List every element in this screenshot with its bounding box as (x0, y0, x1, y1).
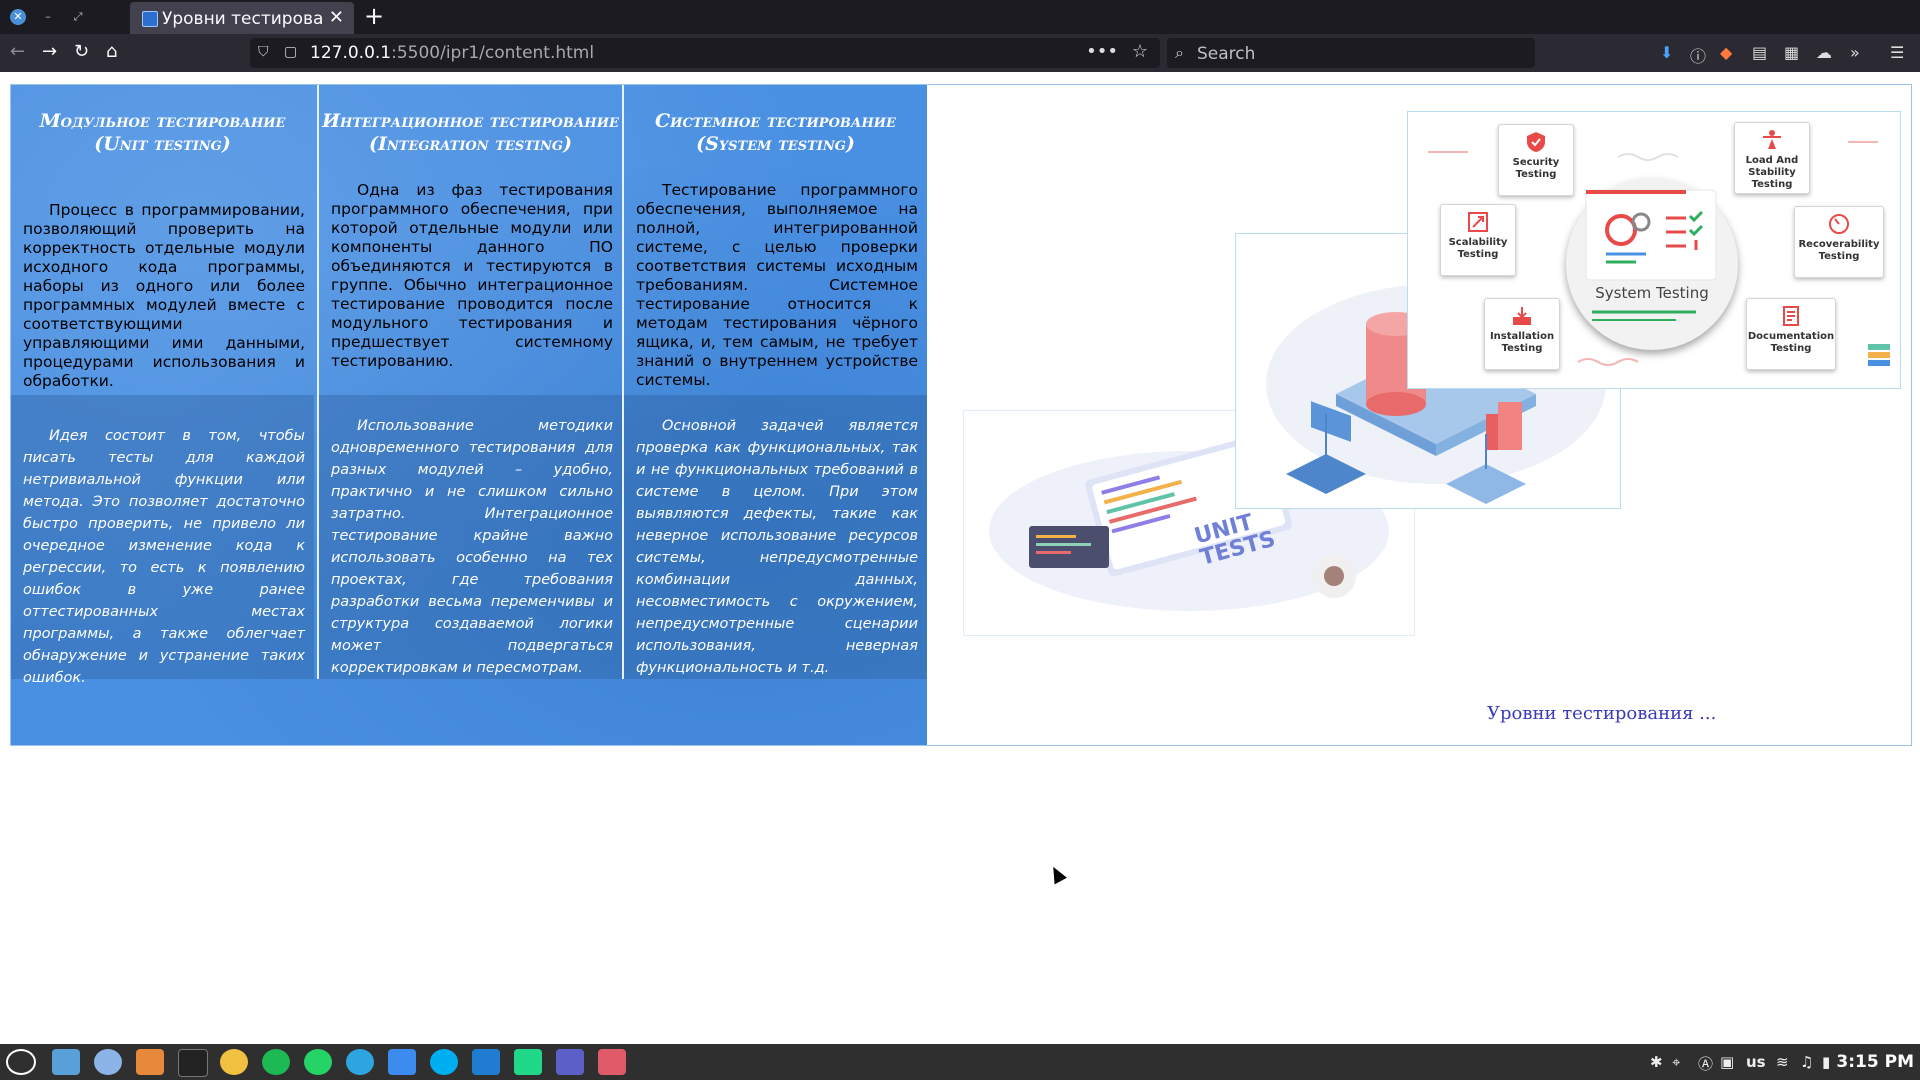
shield-icon[interactable]: ⛉ (258, 44, 269, 60)
column-note: Основной задачей является проверка как ф… (624, 395, 927, 679)
chromium-app-icon[interactable] (94, 1049, 122, 1075)
document-icon (1783, 306, 1799, 326)
window-minimize-icon[interactable]: – (40, 9, 56, 25)
download-tray-icon (1513, 307, 1531, 325)
home-icon[interactable]: ⌂ (106, 42, 117, 62)
system-testing-center: System Testing (1566, 178, 1738, 350)
card-label: Recoverability Testing (1798, 239, 1880, 262)
system-testing-label: System Testing (1595, 284, 1709, 302)
battery-icon[interactable]: ▮ (1822, 1053, 1830, 1071)
extension-screenshot-icon[interactable]: ▤ (1752, 43, 1767, 62)
system-testing-screen-icon (1585, 189, 1717, 281)
tab-content[interactable]: Уровни тестирования ✕ (130, 2, 354, 34)
system-testing-illustration: System Testing Security Testing Load And… (1407, 111, 1901, 389)
pycharm-app-icon[interactable] (514, 1049, 542, 1075)
card-label: Scalability Testing (1448, 237, 1508, 260)
forward-icon[interactable]: → (42, 42, 57, 62)
bookmark-star-icon[interactable]: ☆ (1132, 41, 1148, 62)
screen-reader-app-icon[interactable] (598, 1049, 626, 1075)
shield-icon (1527, 132, 1545, 152)
column-title: Модульное тестирование (Unit testing) (39, 110, 286, 155)
search-placeholder: Search (1197, 44, 1256, 64)
documentation-testing-card: Documentation Testing (1746, 298, 1836, 370)
search-icon: ⌕ (1175, 43, 1184, 62)
column-integration-testing: Интеграционное тестирование (Integration… (317, 85, 622, 679)
column-note-text: Основной задачей является проверка как ф… (636, 418, 918, 676)
page-actions-icon[interactable]: ••• (1086, 41, 1118, 62)
scalability-testing-card: Scalability Testing (1440, 204, 1516, 276)
extension-cloud-icon[interactable]: ☁ (1816, 43, 1832, 62)
column-unit-testing: Модульное тестирование (Unit testing) Пр… (11, 85, 314, 686)
page-content: Модульное тестирование (Unit testing) Пр… (10, 84, 1912, 746)
window-maximize-icon[interactable]: ⤢ (70, 9, 86, 25)
firefox-app-icon[interactable] (136, 1049, 164, 1075)
tab-close-icon[interactable]: ✕ (329, 7, 344, 28)
extension-grid-icon[interactable]: ▦ (1784, 43, 1799, 62)
card-label: Security Testing (1512, 157, 1560, 180)
column-description: Тестирование программного обеспечения, в… (636, 181, 918, 389)
extension-brave-icon[interactable]: ◆ (1720, 43, 1732, 62)
whatsapp-app-icon[interactable] (304, 1049, 332, 1075)
window-close-icon[interactable]: ✕ (10, 9, 26, 25)
url-text[interactable]: 127.0.0.1:5500/ipr1/content.html (310, 43, 594, 63)
card-label: Load And Stability Testing (1745, 155, 1799, 190)
terminal-app-icon[interactable] (178, 1049, 208, 1077)
column-title: Системное тестирование (System testing) (655, 110, 896, 155)
column-note-text: Использование методики одновременного те… (331, 418, 613, 676)
new-tab-button[interactable]: + (364, 2, 384, 30)
notification-count-icon[interactable]: ▣ (1720, 1053, 1734, 1071)
location-icon[interactable]: ⌖ (1672, 1053, 1680, 1071)
back-icon[interactable]: ← (10, 42, 25, 62)
hamburger-menu-icon[interactable]: ☰ (1890, 43, 1904, 62)
search-input[interactable]: ⌕ Search (1167, 38, 1535, 68)
wifi-icon[interactable]: ≋ (1776, 1053, 1789, 1071)
card-label: Installation Testing (1489, 331, 1555, 354)
url-bar[interactable]: ⛉ ▢ 127.0.0.1:5500/ipr1/content.html •••… (250, 38, 1160, 68)
column-note: Идея состоит в том, чтобы писать тесты д… (11, 395, 314, 686)
column-note-text: Идея состоит в том, чтобы писать тесты д… (23, 428, 305, 686)
column-system-testing: Системное тестирование (System testing) … (622, 85, 927, 679)
clock[interactable]: 3:15 PM (1836, 1052, 1914, 1072)
column-description: Одна из фаз тестирования программного об… (331, 181, 613, 370)
image-panel: UNIT TESTS System Testing Security Testi… (927, 85, 1911, 745)
testing-levels-table: Модульное тестирование (Unit testing) Пр… (11, 85, 927, 745)
skype-app-icon[interactable] (430, 1049, 458, 1075)
tab-title: Уровни тестирования (162, 9, 322, 29)
tab-favicon-icon (142, 11, 158, 27)
mint-menu-icon[interactable] (6, 1049, 36, 1075)
files-app-icon[interactable] (52, 1049, 80, 1075)
system-testing-lines (1592, 310, 1696, 321)
messenger-app-icon[interactable] (388, 1049, 416, 1075)
extension-info-icon[interactable]: ⓘ (1690, 43, 1706, 67)
system-tray-bug-icon[interactable]: ✱ (1650, 1053, 1663, 1071)
mouse-cursor-icon (1047, 863, 1067, 885)
input-method-icon[interactable]: Ⓐ (1698, 1053, 1713, 1074)
column-description: Процесс в программировании, позволяющий … (23, 201, 305, 390)
load-stability-testing-card: Load And Stability Testing (1734, 122, 1810, 194)
downloads-icon[interactable]: ⬇ (1660, 43, 1673, 62)
column-title: Интеграционное тестирование (Integration… (322, 110, 619, 155)
keyboard-layout-indicator[interactable]: us (1746, 1053, 1766, 1071)
installation-testing-card: Installation Testing (1484, 298, 1560, 370)
security-testing-card: Security Testing (1498, 124, 1574, 196)
spotify-app-icon[interactable] (262, 1049, 290, 1075)
image-caption-link[interactable]: Уровни тестирования ... (1487, 703, 1716, 724)
keepass-app-icon[interactable] (220, 1049, 248, 1075)
column-note: Использование методики одновременного те… (319, 395, 622, 679)
gauge-icon (1829, 214, 1849, 234)
page-info-icon[interactable]: ▢ (284, 44, 297, 60)
scale-arrow-icon (1468, 212, 1488, 232)
volume-music-icon[interactable]: ♫ (1800, 1053, 1813, 1071)
telegram-app-icon[interactable] (346, 1049, 374, 1075)
taskbar: ✱ ⌖ Ⓐ ▣ us ≋ ♫ ▮ 3:15 PM (0, 1044, 1920, 1080)
overflow-chevron-icon[interactable]: » (1850, 43, 1860, 62)
teams-app-icon[interactable] (556, 1049, 584, 1075)
reload-icon[interactable]: ↻ (74, 42, 89, 62)
vscode-app-icon[interactable] (472, 1049, 500, 1075)
scale-icon (1763, 130, 1781, 149)
recoverability-testing-card: Recoverability Testing (1794, 206, 1884, 278)
window-titlebar: ✕ – ⤢ Уровни тестирования ✕ + (0, 0, 1920, 34)
card-label: Documentation Testing (1747, 331, 1835, 354)
navigation-toolbar: ← → ↻ ⌂ ⛉ ▢ 127.0.0.1:5500/ipr1/content.… (0, 34, 1920, 72)
